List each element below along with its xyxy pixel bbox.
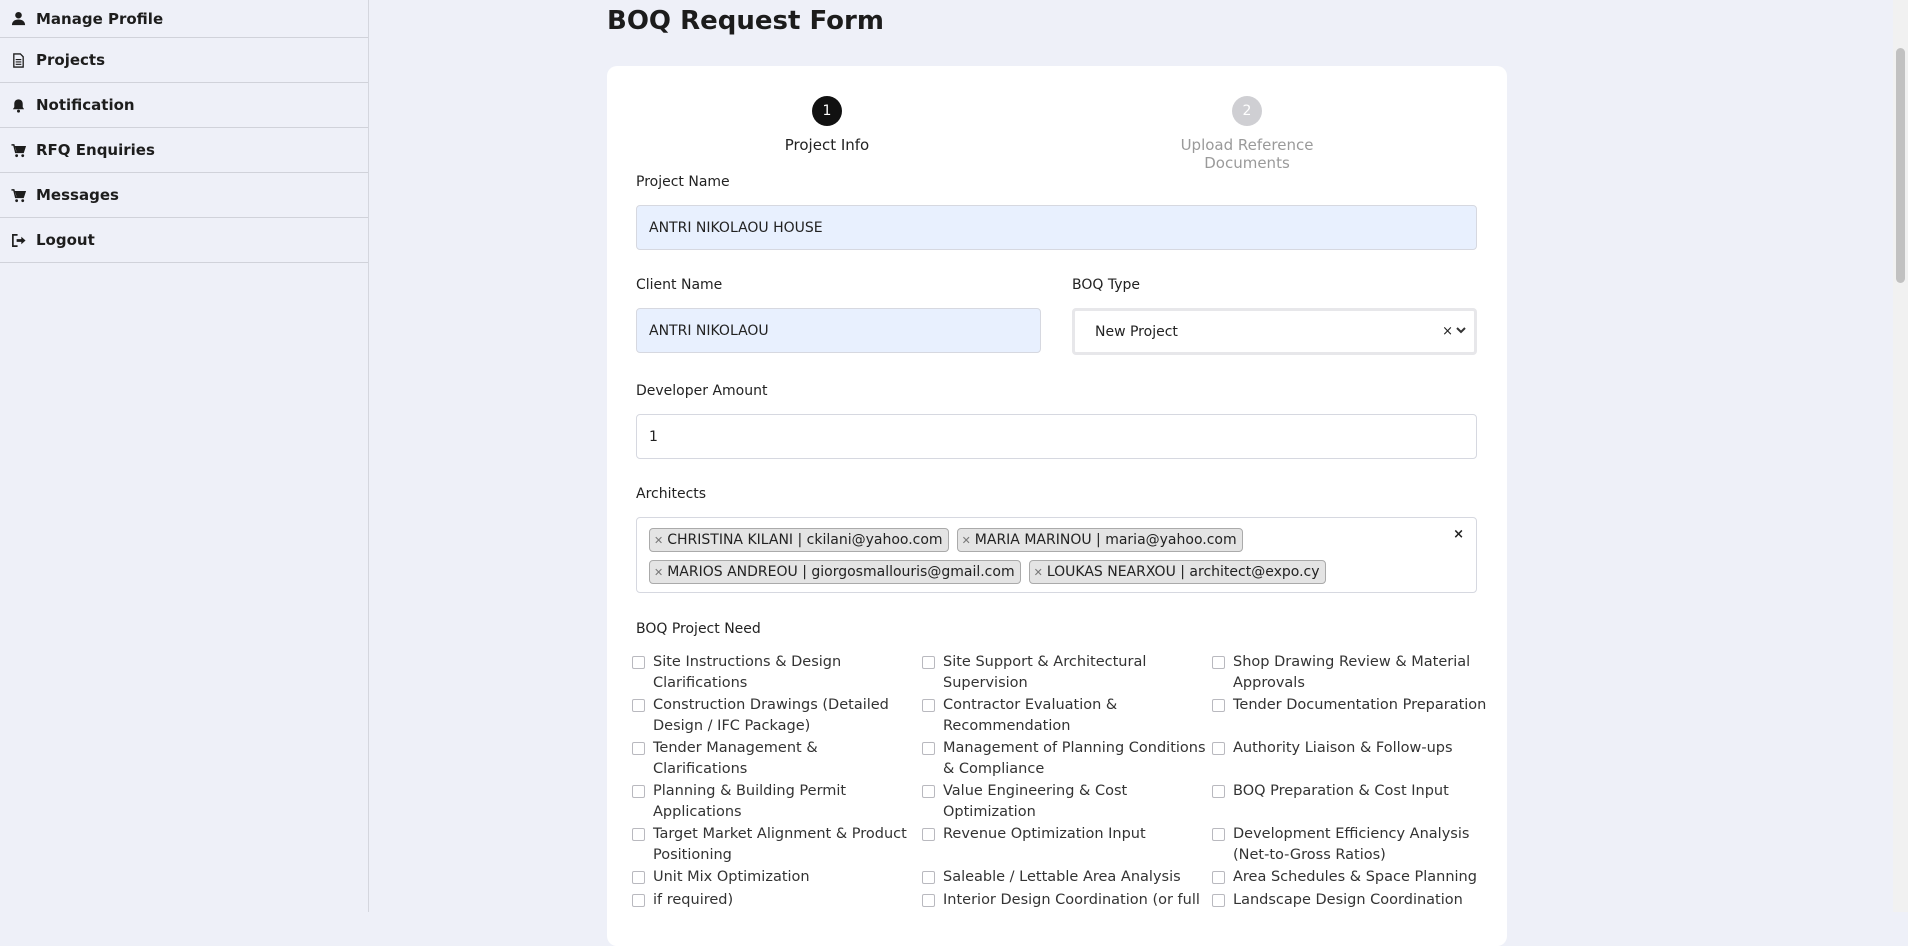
chevron-down-icon[interactable] <box>1456 324 1466 339</box>
cart-icon <box>10 142 26 158</box>
checkbox[interactable] <box>632 828 645 841</box>
checkbox-option[interactable]: Contractor Evaluation & Recommendation <box>922 695 1216 738</box>
clear-selection-icon[interactable]: × <box>1442 324 1453 339</box>
checkbox[interactable] <box>632 742 645 755</box>
checkbox[interactable] <box>632 785 645 798</box>
checkbox[interactable] <box>922 871 935 884</box>
user-icon <box>10 11 26 27</box>
step-project-info[interactable]: 1 Project Info <box>717 96 937 154</box>
step-upload-reference-documents[interactable]: 2 Upload Reference Documents <box>1137 96 1357 172</box>
checkbox-option[interactable]: Landscape Design Coordination <box>1212 890 1506 913</box>
remove-tag-icon[interactable]: ✕ <box>654 566 663 579</box>
sidebar-item-label: Notification <box>36 96 135 114</box>
checkbox[interactable] <box>632 871 645 884</box>
sidebar-item-label: Manage Profile <box>36 9 164 28</box>
checkbox-option[interactable]: Unit Mix Optimization <box>632 867 926 890</box>
logout-icon <box>10 232 26 248</box>
sidebar-item-rfq-enquiries[interactable]: RFQ Enquiries <box>0 128 368 173</box>
project-name-label: Project Name <box>636 174 730 190</box>
project-name-input[interactable]: ANTRI NIKOLAOU HOUSE <box>636 205 1477 250</box>
architect-tag: ✕ MARIA MARINOU | maria@yahoo.com <box>956 528 1243 552</box>
checkbox[interactable] <box>922 785 935 798</box>
sidebar-item-notification[interactable]: Notification <box>0 83 368 128</box>
remove-tag-icon[interactable]: ✕ <box>1034 566 1043 579</box>
checkbox[interactable] <box>1212 656 1225 669</box>
project-name-value: ANTRI NIKOLAOU HOUSE <box>649 219 823 236</box>
architects-label: Architects <box>636 486 707 502</box>
client-name-input[interactable]: ANTRI NIKOLAOU <box>636 308 1041 353</box>
checkbox-option[interactable]: Management of Planning Conditions & Comp… <box>922 738 1216 781</box>
checkbox-option[interactable]: Target Market Alignment & Product Positi… <box>632 824 926 867</box>
step-label: Project Info <box>784 136 870 154</box>
checkbox-option[interactable]: if required) <box>632 890 926 913</box>
sidebar-item-label: Messages <box>36 186 119 204</box>
checkbox[interactable] <box>922 828 935 841</box>
checkbox-option[interactable]: Development Efficiency Analysis (Net-to-… <box>1212 824 1506 867</box>
checkbox[interactable] <box>922 699 935 712</box>
client-name-label: Client Name <box>636 277 723 293</box>
developer-amount-label: Developer Amount <box>636 383 768 399</box>
sidebar-item-projects[interactable]: Projects <box>0 38 368 83</box>
checkbox[interactable] <box>922 742 935 755</box>
architect-tag: ✕ LOUKAS NEARXOU | architect@expo.cy <box>1028 560 1326 584</box>
checkbox[interactable] <box>632 894 645 907</box>
checkbox-option[interactable]: Area Schedules & Space Planning <box>1212 867 1506 890</box>
bell-icon <box>10 97 26 113</box>
checkbox-option[interactable]: Interior Design Coordination (or full <box>922 890 1216 913</box>
step-label: Upload Reference Documents <box>1180 136 1314 172</box>
boq-type-value: New Project <box>1095 323 1178 340</box>
step-number: 1 <box>812 96 842 126</box>
checkbox-option[interactable]: Value Engineering & Cost Optimization <box>922 781 1216 824</box>
sidebar-item-logout[interactable]: Logout <box>0 218 368 263</box>
checkbox-option[interactable]: Planning & Building Permit Applications <box>632 781 926 824</box>
client-name-value: ANTRI NIKOLAOU <box>649 322 769 339</box>
page-scrollbar[interactable] <box>1893 0 1908 912</box>
checkbox[interactable] <box>1212 699 1225 712</box>
cart-icon <box>10 187 26 203</box>
scrollbar-thumb[interactable] <box>1896 48 1905 283</box>
sidebar-item-label: Logout <box>36 231 95 249</box>
checkbox[interactable] <box>1212 742 1225 755</box>
sidebar-item-manage-profile[interactable]: Manage Profile <box>0 0 368 38</box>
architects-multiselect[interactable]: ✕ CHRISTINA KILANI | ckilani@yahoo.com ✕ MA… <box>636 517 1477 593</box>
checkbox-option[interactable]: Construction Drawings (Detailed Design /… <box>632 695 926 738</box>
project-need-label: BOQ Project Need <box>636 621 761 637</box>
checkbox-option[interactable]: Shop Drawing Review & Material Approvals <box>1212 652 1506 695</box>
checkbox-option[interactable]: Site Instructions & Design Clarification… <box>632 652 926 695</box>
project-need-options: Site Instructions & Design Clarification… <box>632 652 1506 913</box>
sidebar-item-messages[interactable]: Messages <box>0 173 368 218</box>
checkbox-option[interactable]: Saleable / Lettable Area Analysis <box>922 867 1216 890</box>
clear-all-icon[interactable]: × <box>1453 527 1464 542</box>
remove-tag-icon[interactable]: ✕ <box>962 534 971 547</box>
checkbox[interactable] <box>1212 785 1225 798</box>
checkbox-option[interactable]: Site Support & Architectural Supervision <box>922 652 1216 695</box>
checkbox[interactable] <box>632 656 645 669</box>
sidebar-item-label: RFQ Enquiries <box>36 141 155 159</box>
sidebar-item-label: Projects <box>36 51 106 69</box>
checkbox[interactable] <box>1212 871 1225 884</box>
checkbox-option[interactable]: Tender Management & Clarifications <box>632 738 926 781</box>
page-title: BOQ Request Form <box>607 6 884 36</box>
sidebar: Manage Profile Projects Notification RFQ… <box>0 0 369 912</box>
developer-amount-value: 1 <box>649 428 658 445</box>
step-number: 2 <box>1232 96 1262 126</box>
developer-amount-input[interactable]: 1 <box>636 414 1477 459</box>
architect-tag: ✕ CHRISTINA KILANI | ckilani@yahoo.com <box>649 528 949 552</box>
checkbox[interactable] <box>632 699 645 712</box>
checkbox[interactable] <box>922 656 935 669</box>
checkbox-option[interactable]: Authority Liaison & Follow-ups <box>1212 738 1506 781</box>
checkbox[interactable] <box>922 894 935 907</box>
checkbox-option[interactable]: Tender Documentation Preparation <box>1212 695 1506 738</box>
remove-tag-icon[interactable]: ✕ <box>654 534 663 547</box>
checkbox[interactable] <box>1212 828 1225 841</box>
checkbox-option[interactable]: BOQ Preparation & Cost Input <box>1212 781 1506 824</box>
architect-tag: ✕ MARIOS ANDREOU | giorgosmallouris@gmail… <box>649 560 1021 584</box>
checkbox[interactable] <box>1212 894 1225 907</box>
stepper: 1 Project Info 2 Upload Reference Docume… <box>607 96 1507 172</box>
boq-type-label: BOQ Type <box>1072 277 1141 293</box>
boq-type-select[interactable]: New Project × <box>1072 308 1477 355</box>
checkbox-option[interactable]: Revenue Optimization Input <box>922 824 1216 867</box>
document-icon <box>10 52 26 68</box>
